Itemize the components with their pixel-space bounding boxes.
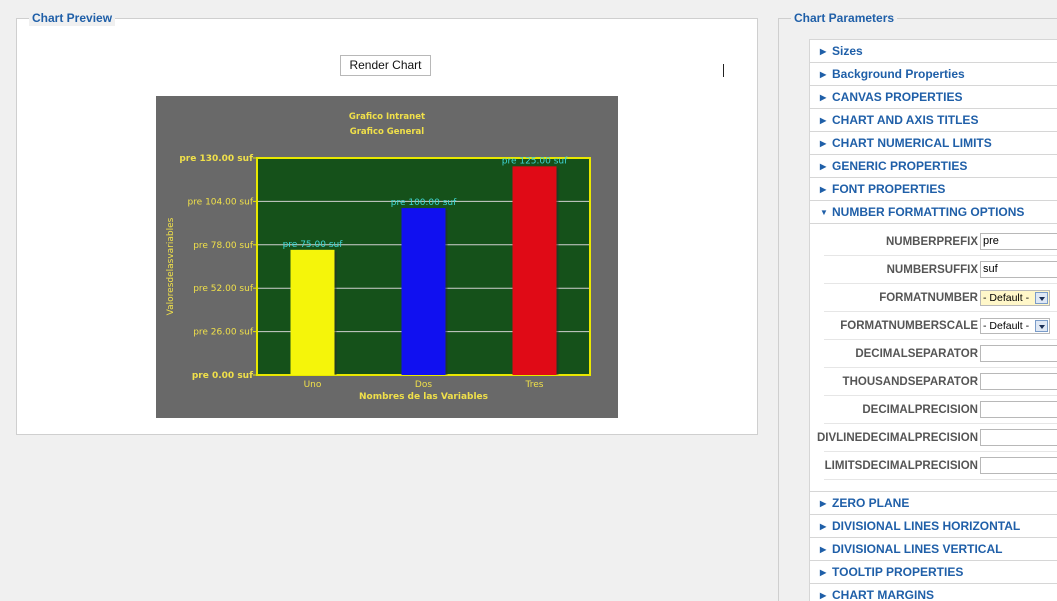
select-value: - Default - xyxy=(983,320,1030,332)
field-row-thousandseparator: THOUSANDSEPARATOR xyxy=(824,368,1057,396)
triangle-right-icon: ▶ xyxy=(820,93,827,102)
triangle-right-icon: ▶ xyxy=(820,70,827,79)
parameter-accordion: ▶ Sizes ▶ Background Properties ▶ CANVAS PROP… xyxy=(809,39,1057,601)
section-label: DIVISIONAL LINES VERTICAL xyxy=(832,542,1003,556)
text-cursor xyxy=(723,64,724,77)
y-axis-title: Valoresdelasvariables xyxy=(166,217,176,315)
field-row-decimalprecision: DECIMALPRECISION xyxy=(824,396,1057,424)
field-row-numberprefix: NUMBERPREFIX pre xyxy=(824,228,1057,256)
xtick-label: Dos xyxy=(415,380,432,390)
chart-parameters-title: Chart Parameters xyxy=(791,11,898,26)
field-label: FORMATNUMBERSCALE xyxy=(840,320,978,332)
section-chart-margins[interactable]: ▶ CHART MARGINS xyxy=(809,583,1057,601)
dropdown-arrow-icon[interactable] xyxy=(1035,292,1048,304)
section-label: Background Properties xyxy=(832,67,965,81)
divlinedecimalprecision-input[interactable] xyxy=(980,429,1057,446)
chart-preview-panel: Chart Preview Render Chart pre 0.00 suf p… xyxy=(16,11,758,435)
limitsdecimalprecision-input[interactable] xyxy=(980,457,1057,474)
bar xyxy=(290,249,335,375)
section-tooltip-properties[interactable]: ▶ TOOLTIP PROPERTIES xyxy=(809,560,1057,583)
section-label: GENERIC PROPERTIES xyxy=(832,159,968,173)
section-label: Sizes xyxy=(832,44,863,58)
chart-title: Grafico Intranet xyxy=(349,112,425,122)
section-sizes[interactable]: ▶ Sizes xyxy=(809,39,1057,62)
field-row-limitsdecimalprecision: LIMITSDECIMALPRECISION xyxy=(824,452,1057,480)
section-label: ZERO PLANE xyxy=(832,496,910,510)
numbersuffix-input[interactable]: suf xyxy=(980,261,1057,278)
triangle-right-icon: ▶ xyxy=(820,499,827,508)
section-label: CHART MARGINS xyxy=(832,588,934,601)
numberprefix-input[interactable]: pre xyxy=(980,233,1057,250)
xtick-label: Tres xyxy=(525,380,544,390)
field-label: DIVLINEDECIMALPRECISION xyxy=(816,432,978,444)
select-value: - Default - xyxy=(983,292,1030,304)
triangle-right-icon: ▶ xyxy=(820,545,827,554)
ytick-label: pre 78.00 suf xyxy=(193,241,254,251)
field-label: NUMBERPREFIX xyxy=(885,236,978,248)
section-label: DIVISIONAL LINES HORIZONTAL xyxy=(832,519,1021,533)
section-divisional-lines-horizontal[interactable]: ▶ DIVISIONAL LINES HORIZONTAL xyxy=(809,514,1057,537)
section-generic-properties[interactable]: ▶ GENERIC PROPERTIES xyxy=(809,154,1057,177)
section-label: NUMBER FORMATTING OPTIONS xyxy=(832,205,1025,219)
bar xyxy=(401,208,446,375)
ytick-label: pre 26.00 suf xyxy=(193,328,254,338)
formatnumberscale-select[interactable]: - Default - xyxy=(980,318,1050,334)
section-chart-and-axis-titles[interactable]: ▶ CHART AND AXIS TITLES xyxy=(809,108,1057,131)
triangle-right-icon: ▶ xyxy=(820,47,827,56)
field-label: FORMATNUMBER xyxy=(879,292,978,304)
data-label: pre 75.00 suf xyxy=(283,240,344,250)
section-divisional-lines-vertical[interactable]: ▶ DIVISIONAL LINES VERTICAL xyxy=(809,537,1057,560)
section-number-formatting-options[interactable]: ▼ NUMBER FORMATTING OPTIONS xyxy=(809,200,1057,223)
triangle-right-icon: ▶ xyxy=(820,162,827,171)
chart-parameters-panel: Chart Parameters ▶ Sizes ▶ Background Prope… xyxy=(778,11,1057,601)
chart-subtitle: Grafico General xyxy=(350,127,425,137)
triangle-right-icon: ▶ xyxy=(820,568,827,577)
ytick-label: pre 104.00 suf xyxy=(187,197,253,207)
section-label: CHART NUMERICAL LIMITS xyxy=(832,136,992,150)
field-row-formatnumberscale: FORMATNUMBERSCALE - Default - xyxy=(824,312,1057,340)
section-label: FONT PROPERTIES xyxy=(832,182,946,196)
chart-canvas: pre 0.00 suf pre 26.00 suf pre 52.00 suf pr… xyxy=(156,96,618,418)
xtick-label: Uno xyxy=(304,380,322,390)
field-label: DECIMALSEPARATOR xyxy=(855,348,978,360)
formatnumber-select[interactable]: - Default - xyxy=(980,290,1050,306)
chart-preview-title: Chart Preview xyxy=(29,11,116,26)
ytick-label: pre 130.00 suf xyxy=(179,154,253,164)
field-label: NUMBERSUFFIX xyxy=(886,264,978,276)
ytick-label: pre 52.00 suf xyxy=(193,284,254,294)
triangle-down-icon: ▼ xyxy=(820,208,828,217)
decimalprecision-input[interactable] xyxy=(980,401,1057,418)
thousandseparator-input[interactable] xyxy=(980,373,1057,390)
section-canvas-properties[interactable]: ▶ CANVAS PROPERTIES xyxy=(809,85,1057,108)
field-label: LIMITSDECIMALPRECISION xyxy=(824,460,978,472)
triangle-right-icon: ▶ xyxy=(820,139,827,148)
bar xyxy=(512,166,557,375)
section-zero-plane[interactable]: ▶ ZERO PLANE xyxy=(809,491,1057,514)
triangle-right-icon: ▶ xyxy=(820,591,827,600)
section-font-properties[interactable]: ▶ FONT PROPERTIES xyxy=(809,177,1057,200)
section-background-properties[interactable]: ▶ Background Properties xyxy=(809,62,1057,85)
data-label: pre 125.00 suf xyxy=(502,156,568,166)
field-row-numbersuffix: NUMBERSUFFIX suf xyxy=(824,256,1057,284)
section-chart-numerical-limits[interactable]: ▶ CHART NUMERICAL LIMITS xyxy=(809,131,1057,154)
field-row-formatnumber: FORMATNUMBER - Default - xyxy=(824,284,1057,312)
decimalseparator-input[interactable] xyxy=(980,345,1057,362)
x-axis-title: Nombres de las Variables xyxy=(359,392,488,402)
triangle-right-icon: ▶ xyxy=(820,116,827,125)
dropdown-arrow-icon[interactable] xyxy=(1035,320,1048,332)
field-row-decimalseparator: DECIMALSEPARATOR xyxy=(824,340,1057,368)
render-chart-button[interactable]: Render Chart xyxy=(340,55,431,76)
section-label: CANVAS PROPERTIES xyxy=(832,90,963,104)
section-label: TOOLTIP PROPERTIES xyxy=(832,565,964,579)
field-row-divlinedecimalprecision: DIVLINEDECIMALPRECISION xyxy=(817,424,1057,452)
data-label: pre 100.00 suf xyxy=(391,198,457,208)
triangle-right-icon: ▶ xyxy=(820,522,827,531)
field-label: DECIMALPRECISION xyxy=(862,404,978,416)
triangle-right-icon: ▶ xyxy=(820,185,827,194)
field-label: THOUSANDSEPARATOR xyxy=(842,376,978,388)
ytick-label: pre 0.00 suf xyxy=(192,371,253,381)
number-formatting-fields: NUMBERPREFIX pre NUMBERSUFFIX suf FORMATNUMB… xyxy=(809,223,1057,491)
section-label: CHART AND AXIS TITLES xyxy=(832,113,979,127)
